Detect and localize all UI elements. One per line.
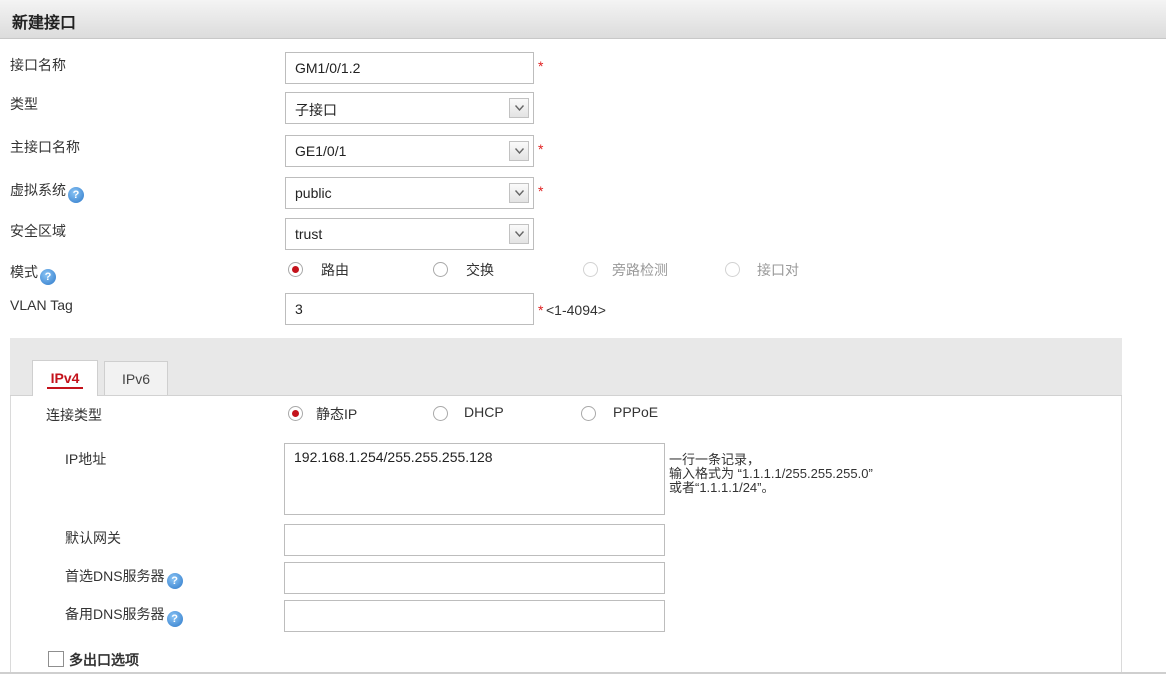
conn-pppoe-label: PPPoE	[613, 404, 659, 420]
dns2-label-text: 备用DNS服务器	[65, 606, 165, 622]
vsys-select[interactable]: public	[285, 177, 534, 209]
hint-line: 输入格式为 “1.1.1.1/255.255.255.0”	[669, 466, 873, 481]
vlan-range-hint: <1-4094>	[546, 302, 606, 318]
dns2-label: 备用DNS服务器?	[65, 604, 183, 627]
type-label: 类型	[10, 96, 38, 112]
conn-static-label: 静态IP	[316, 406, 358, 422]
vsys-label: 虚拟系统?	[10, 180, 84, 203]
type-value: 子接口	[295, 102, 337, 118]
required-mark: *	[538, 141, 544, 157]
page-title: 新建接口	[12, 15, 77, 32]
interface-name-input[interactable]	[285, 52, 534, 84]
vlan-label: VLAN Tag	[10, 297, 73, 313]
mode-pair-radio[interactable]	[725, 262, 740, 277]
chevron-down-icon[interactable]	[509, 224, 529, 244]
zone-value: trust	[295, 226, 323, 242]
mode-switch-radio[interactable]	[433, 262, 448, 277]
vlan-tag-input[interactable]	[285, 293, 534, 325]
conn-static-radio[interactable]	[288, 406, 303, 421]
parent-label: 主接口名称	[10, 139, 80, 155]
tab-ipv6[interactable]: IPv6	[104, 361, 168, 395]
mode-bypass-radio[interactable]	[583, 262, 598, 277]
conn-type-label: 连接类型	[46, 407, 102, 423]
ip-address-value: 192.168.1.254/255.255.255.128	[294, 449, 493, 465]
multi-exit-label: 多出口选项	[69, 652, 139, 668]
mode-label-text: 模式	[10, 264, 38, 280]
conn-dhcp-radio[interactable]	[433, 406, 448, 421]
help-icon[interactable]: ?	[166, 573, 183, 589]
mode-switch-label: 交换	[466, 262, 494, 278]
tab-ipv4[interactable]: IPv4	[32, 360, 98, 396]
hint-line: 或者“1.1.1.1/24”。	[669, 480, 775, 495]
vsys-label-text: 虚拟系统	[10, 182, 66, 198]
mode-pair-label: 接口对	[757, 262, 799, 278]
tab-ipv6-label: IPv6	[121, 371, 150, 387]
vsys-value: public	[295, 185, 332, 201]
required-mark: *	[538, 302, 544, 318]
multi-exit-checkbox[interactable]	[48, 651, 64, 667]
mode-bypass-label: 旁路检测	[612, 262, 668, 278]
hint-line: 一行一条记录，	[669, 452, 761, 467]
conn-pppoe-radio[interactable]	[581, 406, 596, 421]
help-icon[interactable]: ?	[166, 611, 183, 627]
help-icon[interactable]: ?	[40, 269, 56, 285]
help-icon[interactable]: ?	[68, 187, 84, 203]
ip-format-hint: 一行一条记录， 输入格式为 “1.1.1.1/255.255.255.0” 或者…	[669, 453, 873, 495]
parent-interface-select[interactable]: GE1/0/1	[285, 135, 534, 167]
type-select[interactable]: 子接口	[285, 92, 534, 124]
secondary-dns-input[interactable]	[284, 600, 665, 632]
zone-label: 安全区域	[10, 223, 66, 239]
chevron-down-icon[interactable]	[509, 183, 529, 203]
ip-address-label: IP地址	[65, 451, 107, 467]
required-mark: *	[538, 183, 544, 199]
dns1-label: 首选DNS服务器?	[65, 566, 183, 589]
required-mark: *	[538, 58, 544, 74]
gateway-input[interactable]	[284, 524, 665, 556]
chevron-down-icon[interactable]	[509, 98, 529, 118]
primary-dns-input[interactable]	[284, 562, 665, 594]
parent-value: GE1/0/1	[295, 143, 347, 159]
ip-address-textarea[interactable]: 192.168.1.254/255.255.255.128	[284, 443, 665, 515]
active-tab-underline	[47, 387, 83, 389]
mode-label: 模式?	[10, 262, 56, 285]
tab-ipv4-label: IPv4	[50, 370, 80, 386]
conn-dhcp-label: DHCP	[464, 404, 504, 420]
chevron-down-icon[interactable]	[509, 141, 529, 161]
zone-select[interactable]: trust	[285, 218, 534, 250]
name-label: 接口名称	[10, 57, 66, 73]
dns1-label-text: 首选DNS服务器	[65, 568, 165, 584]
page-header: 新建接口	[0, 0, 1166, 39]
mode-route-radio[interactable]	[288, 262, 303, 277]
tab-bar	[10, 338, 1122, 396]
gateway-label: 默认网关	[65, 530, 121, 546]
mode-route-label: 路由	[321, 262, 349, 278]
